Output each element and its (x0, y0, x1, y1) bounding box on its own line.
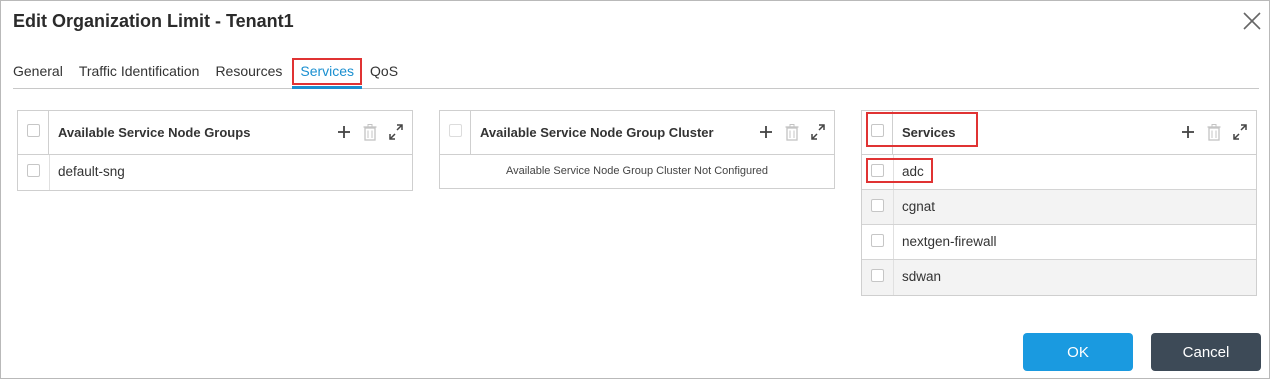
panel-actions (758, 123, 826, 141)
trash-icon[interactable] (784, 123, 800, 141)
service-node-groups-panel: Available Service Node Groups default-sn… (17, 110, 413, 191)
row-checkbox[interactable] (871, 199, 884, 212)
services-panel: Services adc cgnat nextgen-firewall sdwa… (861, 110, 1257, 296)
expand-icon[interactable] (388, 123, 404, 141)
tab-traffic-identification[interactable]: Traffic Identification (79, 57, 200, 89)
panel-actions (336, 123, 404, 141)
trash-icon[interactable] (1206, 123, 1222, 141)
panel-header: Available Service Node Group Cluster (440, 111, 834, 155)
dialog-title: Edit Organization Limit - Tenant1 (13, 11, 294, 31)
list-item-label: sdwan (902, 269, 942, 284)
list-item[interactable]: default-sng (18, 155, 412, 190)
list-item-label: cgnat (902, 199, 936, 214)
tab-services[interactable]: Services (292, 58, 363, 89)
trash-icon[interactable] (362, 123, 378, 141)
panel-title: Services (902, 125, 956, 140)
plus-icon[interactable] (336, 123, 352, 141)
tab-general[interactable]: General (13, 57, 63, 89)
header-checkbox-cell (18, 111, 49, 155)
list-item-label: default-sng (58, 164, 125, 179)
list-item-label: nextgen-firewall (902, 234, 997, 249)
plus-icon[interactable] (1180, 123, 1196, 141)
expand-icon[interactable] (810, 123, 826, 141)
row-checkbox[interactable] (871, 234, 884, 247)
select-all-checkbox[interactable] (27, 124, 40, 137)
tab-qos[interactable]: QoS (370, 57, 398, 89)
select-all-checkbox[interactable] (449, 124, 462, 137)
expand-icon[interactable] (1232, 123, 1248, 141)
panel-actions (1180, 123, 1248, 141)
row-checkbox[interactable] (27, 164, 40, 177)
select-all-checkbox[interactable] (871, 124, 884, 137)
service-node-group-cluster-panel: Available Service Node Group Cluster Ava… (439, 110, 835, 189)
panel-header: Services (862, 111, 1256, 155)
panel-title: Available Service Node Group Cluster (480, 125, 714, 140)
header-checkbox-cell (440, 111, 471, 155)
list-item[interactable]: cgnat (862, 190, 1256, 225)
panel-header: Available Service Node Groups (18, 111, 412, 155)
plus-icon[interactable] (758, 123, 774, 141)
list-item[interactable]: nextgen-firewall (862, 225, 1256, 260)
list-item[interactable]: adc (862, 155, 1256, 190)
list-item[interactable]: sdwan (862, 260, 1256, 295)
panel-title: Available Service Node Groups (58, 125, 251, 140)
list-item-label: adc (902, 164, 924, 179)
header-checkbox-cell (862, 111, 893, 155)
empty-message: Available Service Node Group Cluster Not… (505, 165, 769, 177)
close-icon[interactable] (1241, 10, 1263, 32)
tab-resources[interactable]: Resources (215, 57, 282, 89)
tab-bar: General Traffic Identification Resources… (13, 57, 1259, 89)
ok-button[interactable]: OK (1023, 333, 1133, 371)
row-checkbox[interactable] (871, 164, 884, 177)
edit-organization-limit-dialog: Edit Organization Limit - Tenant1 Genera… (0, 0, 1270, 379)
cancel-button[interactable]: Cancel (1151, 333, 1261, 371)
row-checkbox[interactable] (871, 269, 884, 282)
